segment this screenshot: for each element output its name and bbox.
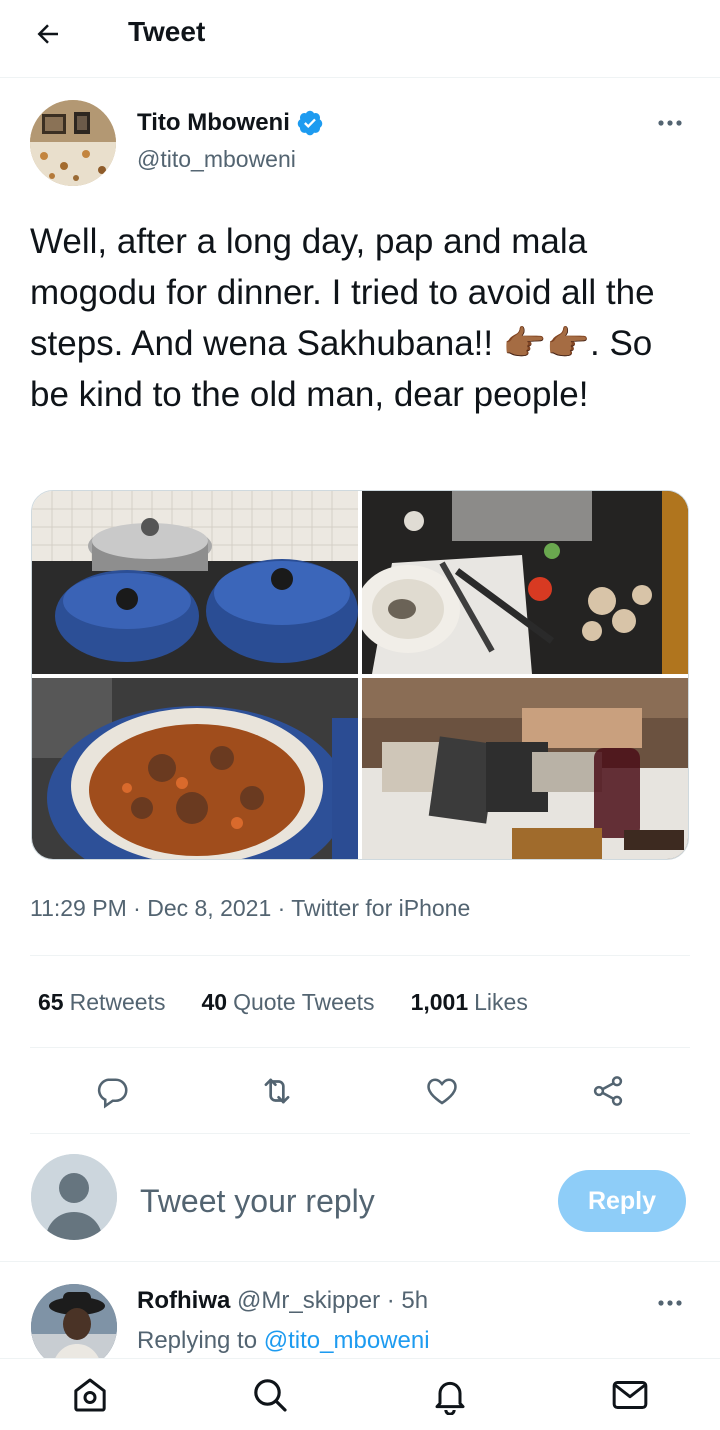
photo-pot-of-stew[interactable] <box>32 678 358 859</box>
quotes-label: Quote Tweets <box>233 989 375 1015</box>
reply-item[interactable]: Rofhiwa @Mr_skipper · 5h Replying to @ti… <box>0 1264 720 1358</box>
divider <box>30 1133 690 1134</box>
like-button[interactable] <box>415 1064 469 1118</box>
photo-dinner-table-with-books[interactable] <box>362 678 688 859</box>
reply-header: Rofhiwa @Mr_skipper · 5h <box>137 1286 428 1316</box>
default-avatar-icon <box>31 1154 117 1240</box>
notifications-icon <box>435 1381 465 1415</box>
tweet-stats: 65 Retweets 40 Quote Tweets 1,001 Likes <box>38 982 528 1022</box>
home-icon <box>74 1378 106 1412</box>
quote-tweets-stat[interactable]: 40 Quote Tweets <box>201 982 374 1022</box>
reply-submit-button[interactable]: Reply <box>558 1170 686 1232</box>
back-button[interactable] <box>28 14 68 54</box>
verified-badge-icon <box>297 110 323 136</box>
quotes-count: 40 <box>201 989 228 1015</box>
tweet-text: Well, after a long day, pap and mala mog… <box>30 222 665 414</box>
photo-cooking-pots[interactable] <box>32 491 358 674</box>
reply-author-name[interactable]: Rofhiwa <box>137 1287 230 1314</box>
reply-composer: Reply <box>0 1136 720 1262</box>
reply-icon <box>97 1078 128 1109</box>
more-options-button[interactable] <box>650 108 690 138</box>
likes-count: 1,001 <box>410 989 469 1015</box>
messages-icon <box>612 1381 648 1409</box>
author-avatar[interactable] <box>30 100 116 186</box>
share-button[interactable] <box>581 1064 635 1118</box>
tweet-time[interactable]: 11:29 PM <box>30 895 127 921</box>
reply-author-avatar[interactable] <box>31 1284 117 1358</box>
divider <box>30 1047 690 1048</box>
divider <box>30 955 690 956</box>
tweet-source[interactable]: Twitter for iPhone <box>291 895 470 921</box>
meta-separator: · <box>133 895 141 921</box>
retweets-stat[interactable]: 65 Retweets <box>38 982 165 1022</box>
tweet-media-grid <box>31 490 689 860</box>
reply-input[interactable] <box>140 1176 530 1226</box>
reply-button[interactable] <box>85 1064 139 1118</box>
author-handle[interactable]: @tito_mboweni <box>137 144 296 174</box>
retweet-icon <box>264 1078 290 1104</box>
top-bar: Tweet <box>0 0 720 78</box>
tab-search[interactable] <box>246 1371 294 1419</box>
arrow-left-icon <box>37 24 58 44</box>
author-avatar-image <box>30 100 116 186</box>
reply-more-options-button[interactable] <box>650 1288 690 1318</box>
author-name: Tito Mboweni <box>137 109 290 136</box>
retweets-count: 65 <box>38 989 64 1015</box>
tweet-date[interactable]: Dec 8, 2021 <box>147 895 271 921</box>
page-title: Tweet <box>128 16 206 47</box>
retweet-button[interactable] <box>250 1064 304 1118</box>
bottom-tab-bar <box>0 1358 720 1430</box>
current-user-avatar[interactable] <box>31 1154 117 1240</box>
replying-to-prefix: Replying to <box>137 1327 258 1354</box>
photo-plate-and-cutting-board[interactable] <box>362 491 688 674</box>
replying-to-line: Replying to @tito_mboweni <box>137 1326 430 1356</box>
author-name-row[interactable]: Tito Mboweni <box>137 108 324 138</box>
search-icon <box>254 1379 287 1412</box>
more-horizontal-icon <box>658 120 682 126</box>
reply-time[interactable]: 5h <box>401 1287 428 1314</box>
replying-to-mention[interactable]: @tito_mboweni <box>264 1327 430 1354</box>
like-icon <box>427 1078 457 1105</box>
retweets-label: Retweets <box>69 989 166 1015</box>
tab-notifications[interactable] <box>426 1371 474 1419</box>
likes-label: Likes <box>474 989 528 1015</box>
reply-author-handle[interactable]: @Mr_skipper <box>237 1287 380 1314</box>
tab-home[interactable] <box>66 1371 114 1419</box>
meta-separator: · <box>277 895 286 921</box>
tweet-author: Tito Mboweni @tito_mboweni <box>30 100 690 190</box>
tab-messages[interactable] <box>606 1371 654 1419</box>
reply-avatar-image <box>31 1284 117 1358</box>
tweet-meta: 11:29 PM · Dec 8, 2021 · Twitter for iPh… <box>30 888 470 928</box>
more-horizontal-icon <box>658 1300 682 1306</box>
reply-separator: · <box>386 1287 395 1314</box>
share-icon <box>593 1076 623 1106</box>
tweet-actions <box>30 1064 690 1118</box>
likes-stat[interactable]: 1,001 Likes <box>411 982 528 1022</box>
